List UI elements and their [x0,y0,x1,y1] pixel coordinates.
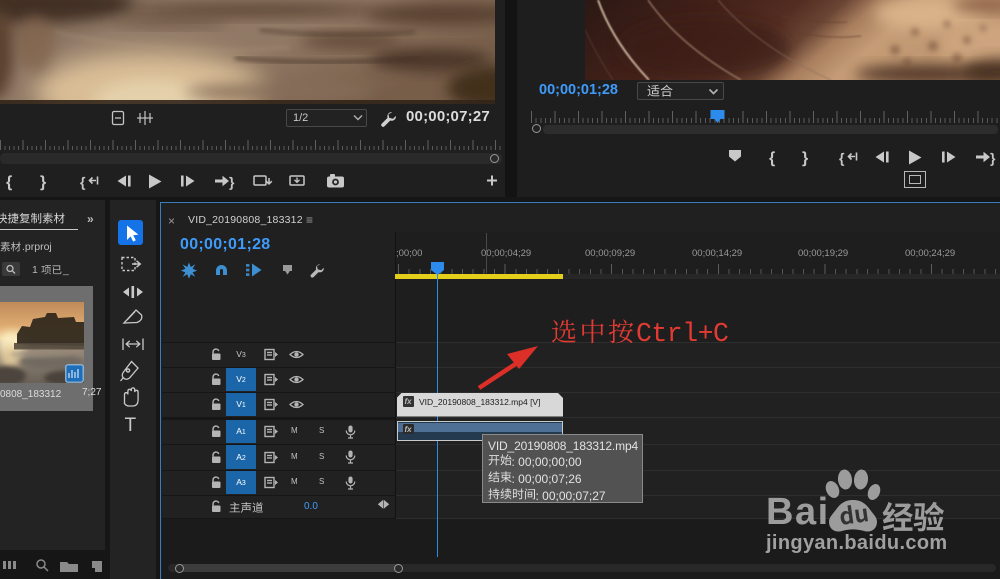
svg-text:T: T [125,415,137,436]
